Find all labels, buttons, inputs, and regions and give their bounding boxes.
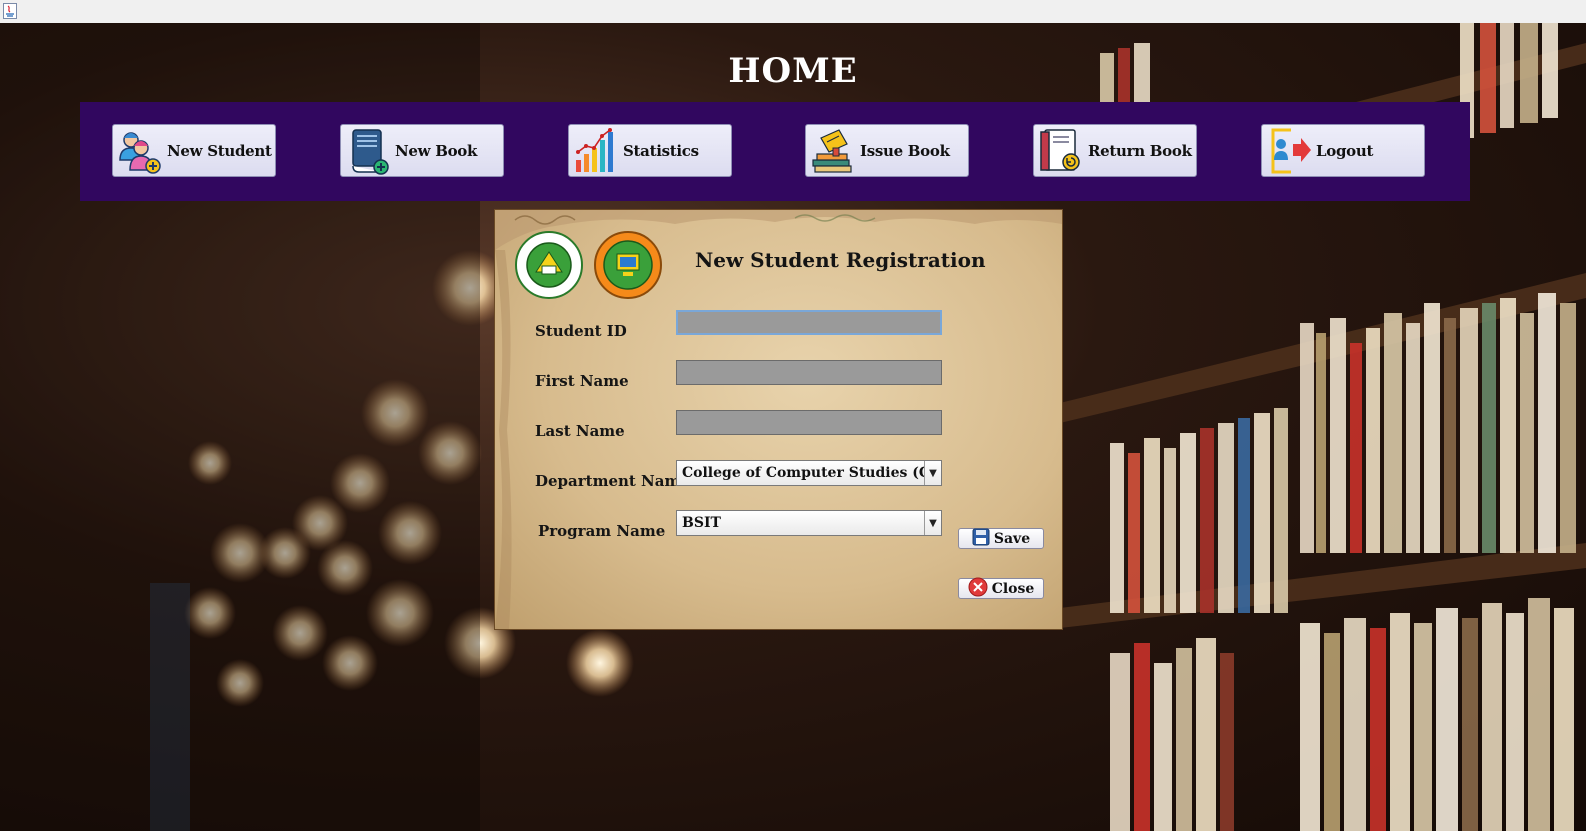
library-background: HOME New Student New Book Statistics Iss… — [0, 23, 1586, 831]
last-name-field[interactable] — [676, 410, 942, 435]
new-student-registration-panel: New Student Registration Student ID Firs… — [495, 210, 1062, 629]
logout-icon — [1262, 126, 1316, 176]
save-label: Save — [993, 530, 1031, 547]
chevron-down-icon[interactable]: ▼ — [924, 461, 941, 485]
return-book-icon — [1034, 126, 1088, 176]
java-icon[interactable] — [3, 3, 17, 19]
close-icon — [968, 577, 988, 601]
issue-book-label: Issue Book — [860, 141, 950, 160]
student-id-label: Student ID — [535, 322, 627, 340]
add-book-icon — [341, 126, 395, 176]
logout-label: Logout — [1316, 141, 1374, 160]
window-titlebar — [0, 0, 1586, 24]
gordon-college-seal — [514, 230, 584, 300]
main-nav-bar: New Student New Book Statistics Issue Bo… — [80, 102, 1470, 201]
statistics-label: Statistics — [623, 141, 699, 160]
program-name-label: Program Name — [538, 522, 666, 540]
college-of-computer-studies-seal — [593, 230, 663, 300]
save-button[interactable]: Save — [958, 528, 1044, 549]
issue-book-icon — [806, 126, 860, 176]
page-title: HOME — [728, 51, 858, 91]
last-name-label: Last Name — [535, 422, 625, 440]
new-book-label: New Book — [395, 141, 478, 160]
department-value: College of Computer Studies (CCS) — [682, 465, 924, 481]
chevron-down-icon[interactable]: ▼ — [924, 511, 941, 535]
add-student-icon — [113, 126, 167, 176]
program-value: BSIT — [682, 515, 721, 531]
return-book-label: Return Book — [1088, 141, 1192, 160]
close-label: Close — [991, 580, 1035, 597]
issue-book-button[interactable]: Issue Book — [805, 124, 969, 177]
department-name-label: Department Name — [535, 472, 690, 490]
return-book-button[interactable]: Return Book — [1033, 124, 1197, 177]
close-button[interactable]: Close — [958, 577, 1044, 601]
first-name-label: First Name — [535, 372, 629, 390]
first-name-field[interactable] — [676, 360, 942, 385]
floppy-disk-icon — [972, 528, 990, 550]
new-student-button[interactable]: New Student — [112, 124, 276, 177]
statistics-button[interactable]: Statistics — [568, 124, 732, 177]
new-student-label: New Student — [167, 141, 272, 160]
department-select[interactable]: College of Computer Studies (CCS) ▼ — [676, 460, 942, 486]
bar-chart-icon — [569, 126, 623, 176]
student-id-field[interactable] — [676, 310, 942, 335]
program-select[interactable]: BSIT ▼ — [676, 510, 942, 536]
new-book-button[interactable]: New Book — [340, 124, 504, 177]
form-title: New Student Registration — [695, 248, 986, 272]
logout-button[interactable]: Logout — [1261, 124, 1425, 177]
